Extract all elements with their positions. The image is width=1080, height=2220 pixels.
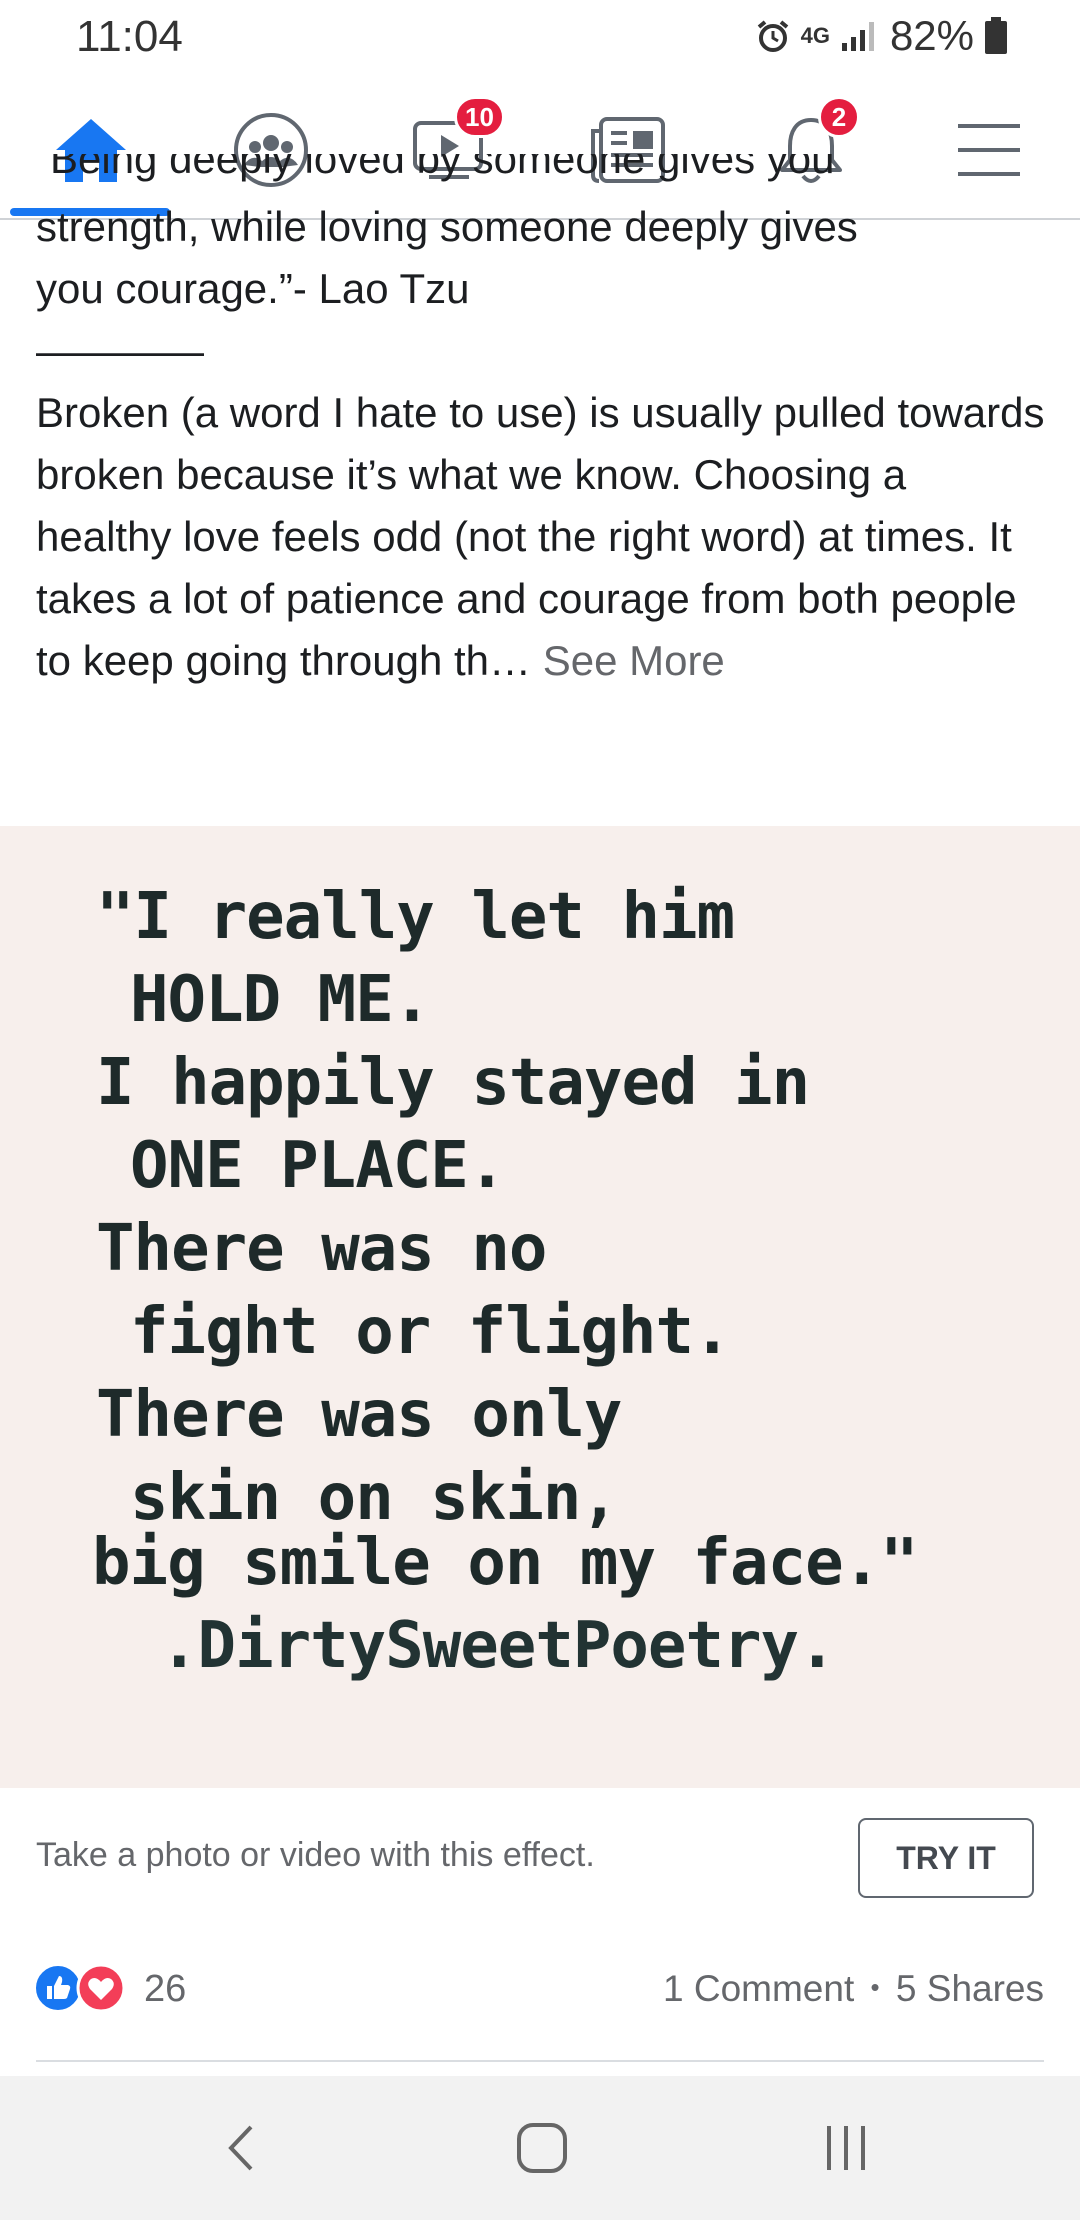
status-icons: 4G 82% — [755, 12, 1008, 60]
recents-icon — [823, 2124, 869, 2177]
watch-badge: 10 — [454, 96, 505, 138]
image-signature: .DirtySweetPoetry. — [160, 1609, 837, 1683]
quote-line-1: strength, while loving someone deeply gi… — [36, 203, 858, 250]
quote-line-2: you courage.”- Lao Tzu — [36, 265, 470, 312]
separator-dot: • — [870, 1972, 880, 2002]
battery-icon — [984, 17, 1008, 55]
home-button[interactable] — [502, 2120, 582, 2180]
notifications-badge: 2 — [818, 96, 860, 138]
reaction-icons[interactable] — [34, 1963, 134, 2017]
image-line: HOLD ME. — [130, 963, 431, 1037]
see-more-link[interactable]: See More — [543, 637, 725, 684]
effect-row: Take a photo or video with this effect. … — [0, 1788, 1080, 1918]
shares-count[interactable]: 5 Shares — [896, 1968, 1044, 2009]
post-clipped-line: “Being deeply loved by someone gives you — [36, 154, 1046, 184]
image-line: I happily stayed in — [96, 1046, 810, 1120]
back-icon — [225, 2123, 255, 2178]
post-body: Broken (a word I hate to use) is usually… — [36, 382, 1046, 692]
network-type-icon: 4G — [800, 23, 830, 48]
recents-button[interactable] — [806, 2120, 886, 2180]
home-button-icon — [516, 2122, 568, 2179]
image-line: ONE PLACE. — [130, 1129, 506, 1203]
image-line: There was no — [96, 1212, 547, 1286]
post-image[interactable]: "I really let him HOLD ME. I happily sta… — [0, 826, 1080, 1788]
love-reaction-icon — [76, 1963, 126, 2019]
like-reaction-icon — [34, 1964, 82, 2017]
reaction-count[interactable]: 26 — [144, 1968, 186, 2011]
reactions-row: 26 1 Comment • 5 Shares — [0, 1960, 1080, 2030]
separator: ———— — [36, 327, 204, 374]
status-bar: 11:04 4G 82% — [0, 0, 1080, 72]
image-quote-text: "I really let him HOLD ME. I happily sta… — [92, 876, 1056, 1688]
image-line: There was only — [96, 1378, 622, 1452]
comments-count[interactable]: 1 Comment — [663, 1968, 854, 2009]
try-it-button[interactable]: TRY IT — [858, 1818, 1034, 1898]
back-button[interactable] — [200, 2120, 280, 2180]
image-line: "I really let him — [96, 880, 735, 954]
post-text: “Being deeply loved by someone gives you… — [36, 154, 1046, 692]
battery-percent: 82% — [889, 12, 974, 59]
image-line: fight or flight. — [130, 1295, 732, 1369]
image-line: big smile on my face." — [92, 1526, 919, 1600]
engagement-summary: 1 Comment • 5 Shares — [663, 1968, 1044, 2010]
alarm-icon — [755, 18, 791, 54]
effect-text: Take a photo or video with this effect. — [36, 1836, 595, 1874]
post-body-text: Broken (a word I hate to use) is usually… — [36, 389, 1045, 684]
clipped-line-text: “Being deeply loved by someone gives you — [36, 154, 835, 182]
divider — [36, 2060, 1044, 2062]
status-time: 11:04 — [76, 12, 183, 61]
system-navigation-bar — [0, 2076, 1080, 2220]
signal-icon — [840, 19, 880, 53]
